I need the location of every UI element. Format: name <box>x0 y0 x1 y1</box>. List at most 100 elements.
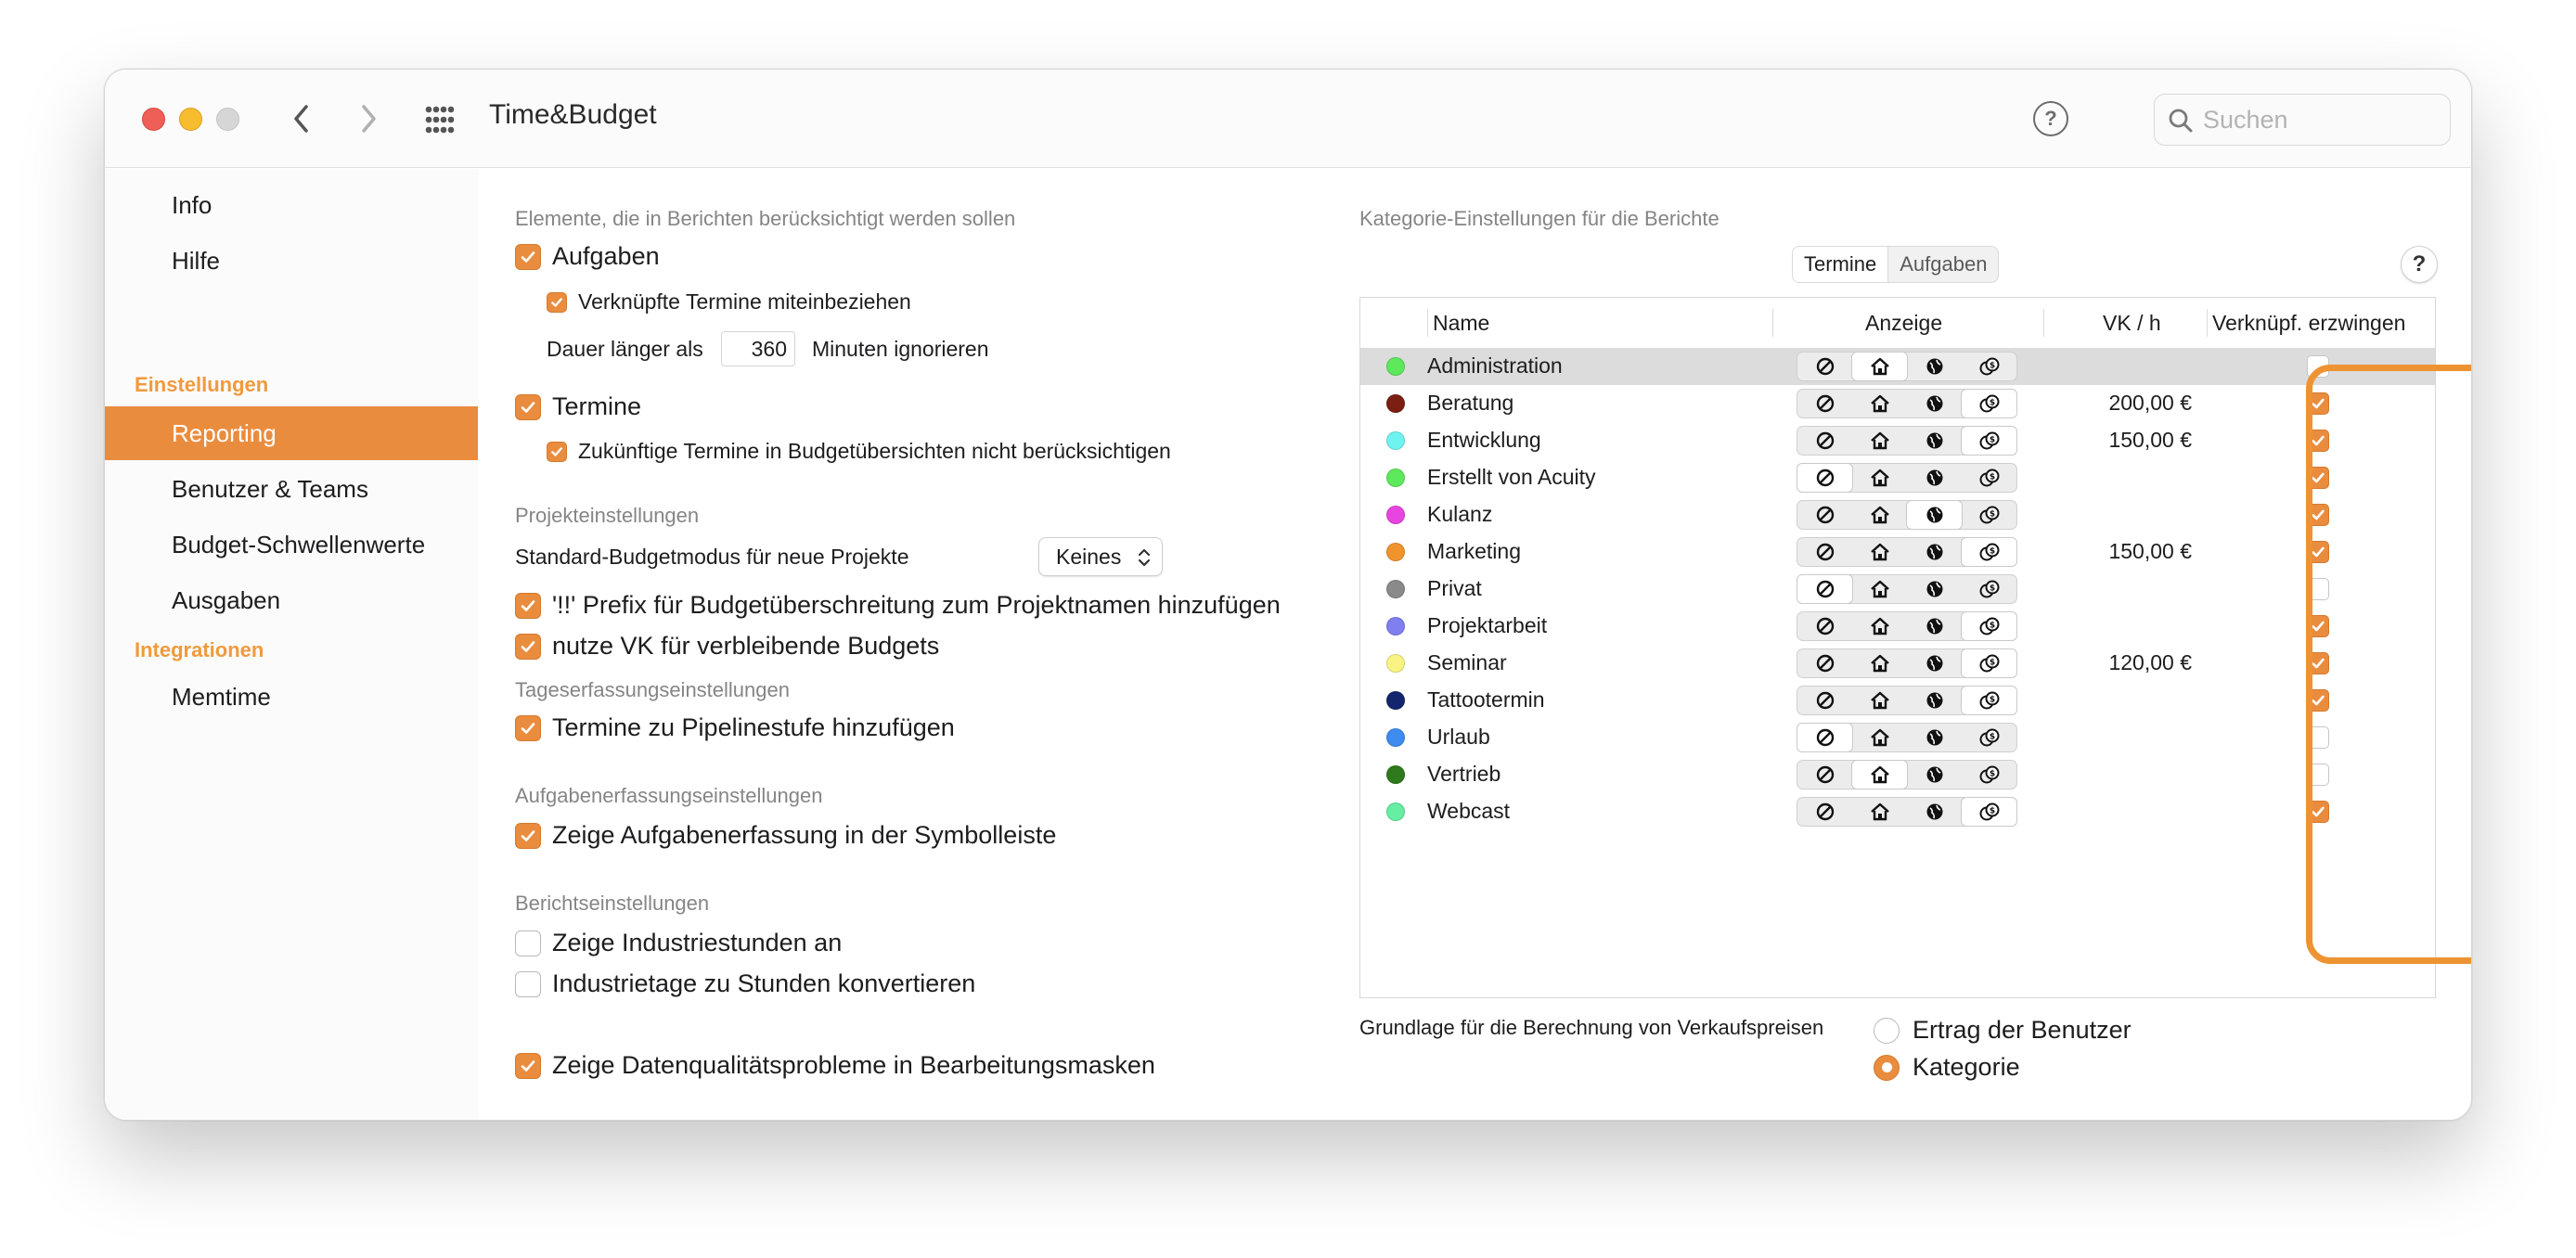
hidden-icon[interactable] <box>1797 649 1852 677</box>
future-events-checkbox[interactable] <box>547 441 567 462</box>
close-window-button[interactable] <box>142 108 165 131</box>
sidebar-item-reporting[interactable]: Reporting <box>105 406 478 460</box>
enforce-link-checkbox[interactable] <box>2307 615 2329 637</box>
tasks-checkbox[interactable] <box>515 243 541 270</box>
back-button[interactable] <box>281 97 322 140</box>
events-option[interactable]: Termine <box>515 392 641 421</box>
duration-minutes-input[interactable]: 360 <box>721 331 795 366</box>
table-row[interactable]: Urlaub $ <box>1360 719 2435 756</box>
money-icon[interactable]: $ <box>1962 612 2016 640</box>
display-mode-segmented-control[interactable]: $ <box>1797 537 2017 567</box>
hidden-icon[interactable] <box>1797 427 1852 455</box>
globe-icon[interactable] <box>1907 612 1962 640</box>
table-row[interactable]: Tattootermin $ <box>1360 682 2435 719</box>
hidden-icon[interactable] <box>1797 575 1852 603</box>
hidden-icon[interactable] <box>1797 687 1852 714</box>
toolbar-capture-checkbox[interactable] <box>515 822 541 849</box>
column-header-name[interactable]: Name <box>1433 298 1489 348</box>
tasks-option[interactable]: Aufgaben <box>515 242 660 271</box>
display-mode-segmented-control[interactable]: $ <box>1797 723 2017 752</box>
money-icon[interactable]: $ <box>1962 687 2016 714</box>
help-button[interactable]: ? <box>2033 101 2068 136</box>
price-basis-category-radio[interactable] <box>1874 1054 1900 1081</box>
column-header-vk[interactable]: VK / h <box>2103 298 2161 348</box>
industry-hours-checkbox[interactable] <box>515 930 541 956</box>
hidden-icon[interactable] <box>1797 612 1852 640</box>
table-row[interactable]: Webcast $ <box>1360 793 2435 830</box>
hidden-icon[interactable] <box>1797 724 1852 751</box>
show-all-button[interactable] <box>420 99 461 140</box>
enforce-link-checkbox[interactable] <box>2307 430 2329 452</box>
enforce-link-checkbox[interactable] <box>2307 764 2329 786</box>
table-row[interactable]: Marketing $150,00 € <box>1360 533 2435 571</box>
home-icon[interactable] <box>1852 649 1907 677</box>
display-mode-segmented-control[interactable]: $ <box>1797 426 2017 456</box>
enforce-link-checkbox[interactable] <box>2307 541 2329 563</box>
home-icon[interactable] <box>1852 575 1907 603</box>
home-icon[interactable] <box>1852 761 1907 789</box>
money-icon[interactable]: $ <box>1962 575 2016 603</box>
money-icon[interactable]: $ <box>1962 501 2016 529</box>
globe-icon[interactable] <box>1907 649 1962 677</box>
table-row[interactable]: Seminar $120,00 € <box>1360 645 2435 682</box>
enforce-link-checkbox[interactable] <box>2307 801 2329 823</box>
money-icon[interactable]: $ <box>1962 649 2016 677</box>
data-quality-checkbox[interactable] <box>515 1052 541 1079</box>
sidebar-item-users-teams[interactable]: Benutzer & Teams <box>105 462 478 516</box>
sidebar-item-expenses[interactable]: Ausgaben <box>105 573 478 627</box>
enforce-link-checkbox[interactable] <box>2307 504 2329 526</box>
zoom-window-button[interactable] <box>216 108 239 131</box>
table-row[interactable]: Beratung $200,00 € <box>1360 385 2435 422</box>
money-icon[interactable]: $ <box>1962 761 2016 789</box>
money-icon[interactable]: $ <box>1962 427 2016 455</box>
home-icon[interactable] <box>1852 427 1907 455</box>
money-icon[interactable]: $ <box>1962 538 2016 566</box>
home-icon[interactable] <box>1852 501 1907 529</box>
display-mode-segmented-control[interactable]: $ <box>1797 797 2017 827</box>
money-icon[interactable]: $ <box>1962 724 2016 751</box>
price-basis-category-option[interactable]: Kategorie <box>1874 1053 2020 1082</box>
display-mode-segmented-control[interactable]: $ <box>1797 648 2017 678</box>
category-help-button[interactable]: ? <box>2401 246 2438 283</box>
globe-icon[interactable] <box>1907 464 1962 492</box>
hidden-icon[interactable] <box>1797 761 1852 789</box>
minimize-window-button[interactable] <box>179 108 202 131</box>
linked-events-checkbox[interactable] <box>547 291 567 313</box>
globe-icon[interactable] <box>1907 538 1962 566</box>
enforce-link-checkbox[interactable] <box>2307 689 2329 712</box>
table-row[interactable]: Kulanz $ <box>1360 496 2435 533</box>
globe-icon[interactable] <box>1907 575 1962 603</box>
enforce-link-checkbox[interactable] <box>2307 355 2329 378</box>
search-field[interactable] <box>2154 94 2451 146</box>
budget-mode-select[interactable]: Keines <box>1038 537 1163 576</box>
display-mode-segmented-control[interactable]: $ <box>1797 760 2017 789</box>
table-row[interactable]: Vertrieb $ <box>1360 756 2435 793</box>
table-row[interactable]: Erstellt von Acuity $ <box>1360 459 2435 496</box>
sidebar-item-hilfe[interactable]: Hilfe <box>105 234 478 288</box>
sidebar-item-info[interactable]: Info <box>105 178 478 232</box>
globe-icon[interactable] <box>1907 761 1962 789</box>
enforce-link-checkbox[interactable] <box>2307 392 2329 415</box>
industry-hours-option[interactable]: Zeige Industriestunden an <box>515 929 842 957</box>
enforce-link-checkbox[interactable] <box>2307 652 2329 674</box>
enforce-link-checkbox[interactable] <box>2307 467 2329 489</box>
home-icon[interactable] <box>1852 724 1907 751</box>
vk-checkbox[interactable] <box>515 633 541 660</box>
display-mode-segmented-control[interactable]: $ <box>1797 352 2017 381</box>
display-mode-segmented-control[interactable]: $ <box>1797 574 2017 604</box>
display-mode-segmented-control[interactable]: $ <box>1797 463 2017 493</box>
home-icon[interactable] <box>1852 538 1907 566</box>
sidebar-item-budget-thresholds[interactable]: Budget-Schwellenwerte <box>105 518 478 571</box>
table-row[interactable]: Administration $ <box>1360 348 2435 385</box>
linked-events-option[interactable]: Verknüpfte Termine miteinbeziehen <box>547 289 911 314</box>
pipeline-checkbox[interactable] <box>515 714 541 741</box>
money-icon[interactable]: $ <box>1962 798 2016 826</box>
hidden-icon[interactable] <box>1797 464 1852 492</box>
money-icon[interactable]: $ <box>1962 390 2016 417</box>
hidden-icon[interactable] <box>1797 538 1852 566</box>
data-quality-option[interactable]: Zeige Datenqualitätsprobleme in Bearbeit… <box>515 1051 1155 1080</box>
money-icon[interactable]: $ <box>1962 353 2016 380</box>
sidebar-item-memtime[interactable]: Memtime <box>105 670 478 724</box>
hidden-icon[interactable] <box>1797 390 1852 417</box>
globe-icon[interactable] <box>1907 427 1962 455</box>
